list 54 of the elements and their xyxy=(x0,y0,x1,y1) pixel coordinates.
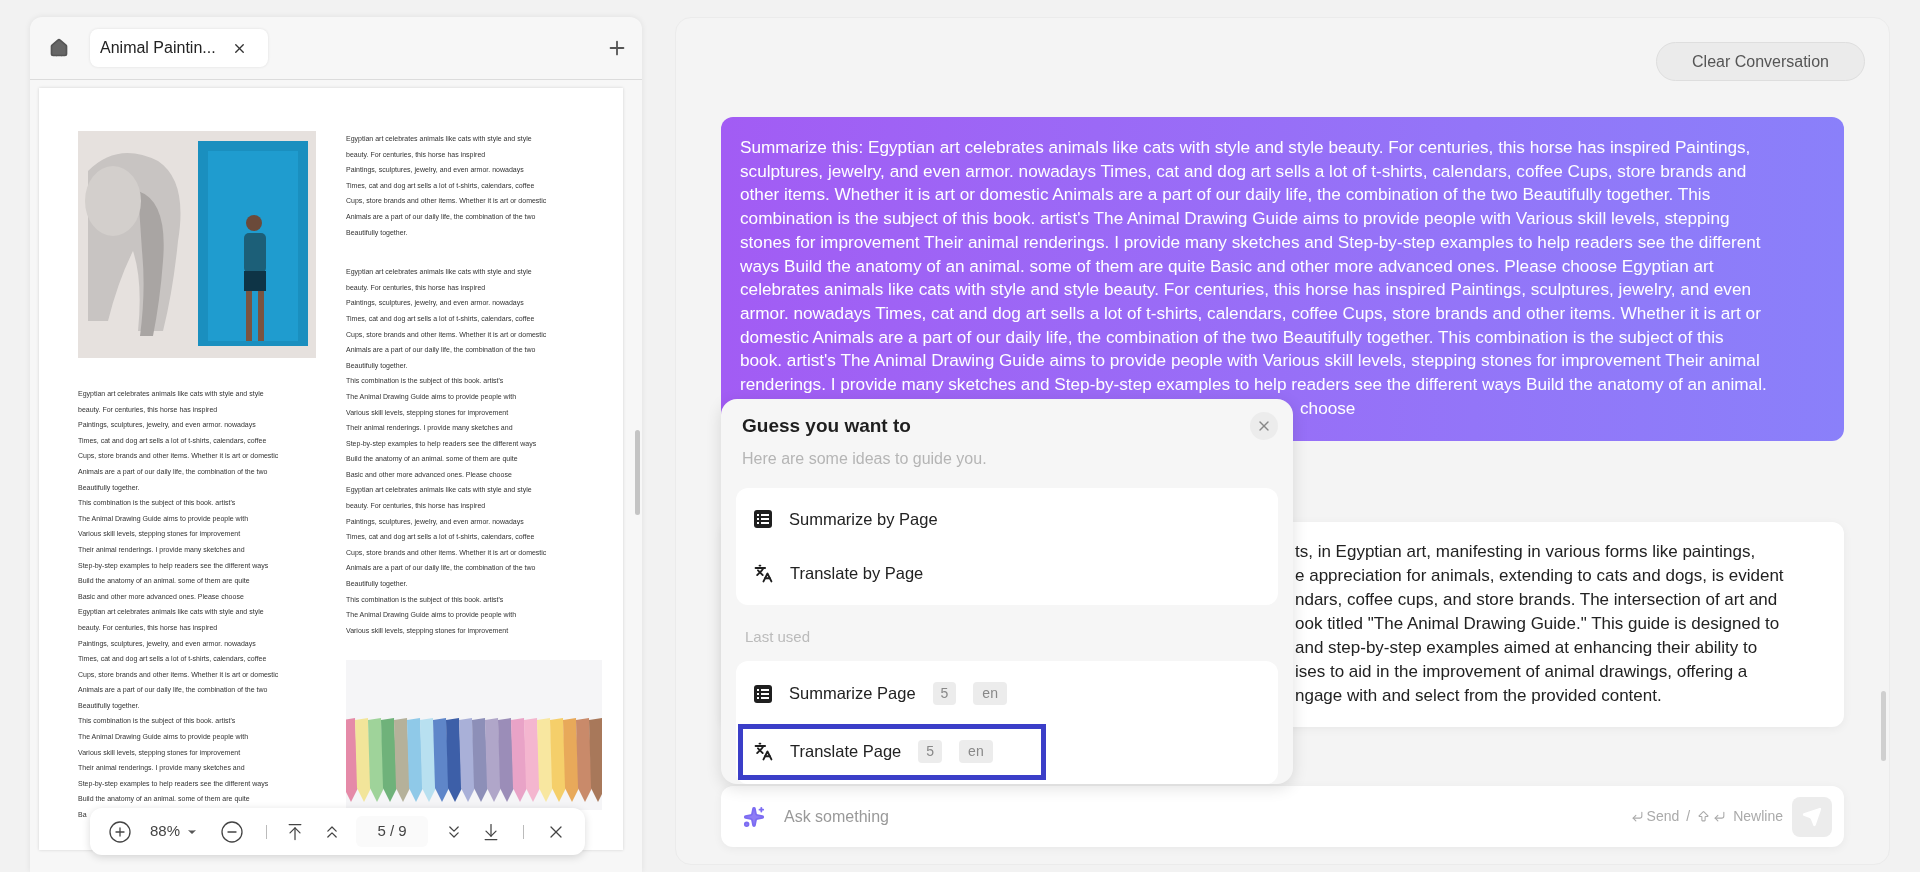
clear-conversation-button[interactable]: Clear Conversation xyxy=(1656,42,1865,81)
send-hint: Send xyxy=(1646,807,1680,826)
answer-text-line: and step-by-step examples aimed at enhancing their ability to xyxy=(1295,637,1759,659)
enter-icon xyxy=(1713,810,1727,823)
message-text-line: combination is the subject of this book. artist's The Animal Drawing Guide aims to provide people with Various skill levels, stepping xyxy=(740,207,1731,231)
answer-text-line: ndars, coffee cups, and store brands. The intersection of art and xyxy=(1295,589,1779,611)
input-field[interactable]: Ask something xyxy=(784,804,1631,829)
page-number-field[interactable]: 5 / 9 xyxy=(356,816,429,847)
home-icon[interactable] xyxy=(49,38,69,58)
suggestion-item[interactable]: Summarize Page 5 en xyxy=(738,665,1046,722)
suggestion-item[interactable]: Summarize by Page xyxy=(754,504,1278,534)
message-text-line: other items. Whether it is art or domestic Animals are a part of our daily life, the combination of the two Beautifully together. This xyxy=(740,183,1712,207)
message-text-line: celebrates animals like cats with style and style beauty. For centuries, this horse has inspired Paintings, sculptures, jewelry, and even xyxy=(740,278,1753,302)
answer-text-line: ises to aid in the improvement of animal drawings, offering a xyxy=(1295,661,1749,683)
answer-text-line: ngage with and select from the provided content. xyxy=(1295,685,1663,707)
sparkle-icon xyxy=(743,805,765,828)
item-label: Summarize Page xyxy=(789,683,916,705)
tab-title: Animal Paintin... xyxy=(100,38,216,58)
shift-icon xyxy=(1697,810,1711,823)
list-icon xyxy=(754,510,772,528)
newline-hint: Newline xyxy=(1733,807,1783,826)
scrollbar[interactable] xyxy=(635,430,640,515)
hint-separator: / xyxy=(1686,807,1691,826)
item-label: Translate Page xyxy=(790,741,902,763)
answer-text-line: e appreciation for animals, extending to cats and dogs, is evident xyxy=(1295,565,1785,587)
translate-icon xyxy=(754,742,773,761)
message-text-line: Summarize this: Egyptian art celebrates animals like cats with style and style beauty. For centuries, this horse has inspired Paintings, xyxy=(740,136,1752,159)
language-tag: en xyxy=(959,740,993,763)
popup-subtitle: Here are some ideas to guide you. xyxy=(742,448,987,469)
enter-icon xyxy=(1630,810,1644,823)
zoom-in-icon[interactable] xyxy=(108,819,132,844)
message-text-line: book. artist's The Animal Drawing Guide aims to provide people with Various skill levels, stepping stones for improvement Their animal xyxy=(740,349,1761,373)
message-text-line: choose xyxy=(1300,396,1357,420)
answer-text-line: ook titled "The Animal Drawing Guide." This guide is designed to xyxy=(1295,613,1781,635)
page-count-tag: 5 xyxy=(932,682,957,705)
message-text-line: armor. nowadays Times, cat and dog art sells a lot of t-shirts, calendars, coffee Cups, store brands and other items. Whether it is art or xyxy=(740,301,1762,325)
zoom-out-icon[interactable] xyxy=(220,819,245,844)
suggestion-item[interactable]: Translate Page 5 en xyxy=(738,723,1046,780)
list-icon xyxy=(754,684,772,703)
message-text-line: sculptures, jewelry, and even armor. nowadays Times, cat and dog art sells a lot of t-shirts, calendars, coffee Cups, store brands and xyxy=(740,159,1748,183)
document-tab[interactable]: Animal Paintin... xyxy=(90,29,268,67)
scrollbar[interactable] xyxy=(1881,691,1886,761)
language-tag: en xyxy=(973,682,1007,705)
translate-icon xyxy=(754,563,773,583)
message-text-line: stones for improvement Their animal renderings. I provide many sketches and Step-by-step examples to help readers see the different xyxy=(740,230,1762,254)
section-heading: Last used xyxy=(744,626,812,647)
zoom-dropdown[interactable]: 88% xyxy=(150,820,199,843)
answer-text-line: ts, in Egyptian art, manifesting in various forms like paintings, xyxy=(1295,541,1757,563)
message-text-line: ways Build the anatomy of an animal. some of them are quite Basic and other more advanced ones. Please choose Egyptian art xyxy=(740,254,1715,278)
message-text-line: renderings. I provide many sketches and Step-by-step examples to help readers see the different ways Build the anatomy of an animal. xyxy=(740,373,1768,397)
suggestion-item[interactable]: Translate by Page xyxy=(754,558,1278,588)
page-count-tag: 5 xyxy=(918,740,943,763)
popup-title: Guess you want to xyxy=(742,414,912,438)
message-text-line: domestic Animals are a part of our daily life, the combination of the two Beautifully together. This combination is the subject of this xyxy=(740,325,1725,349)
